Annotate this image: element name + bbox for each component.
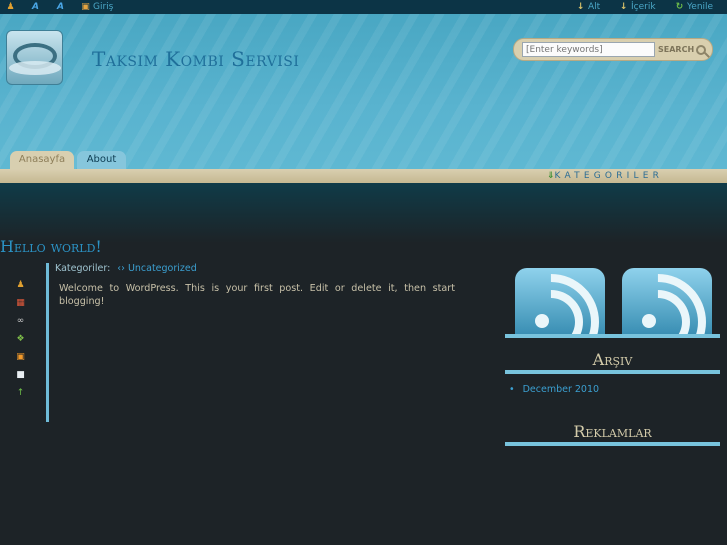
site-header: Taksim Kombi Servisi SEARCH Anasayfa Abo…	[0, 14, 727, 169]
categories-bar: ⇓KATEGORILER	[0, 169, 727, 183]
divider	[505, 334, 720, 338]
arrow-down-icon: ↓	[619, 1, 628, 12]
text-a-add-icon[interactable]: A	[55, 0, 66, 14]
archive-title: Arşiv	[592, 350, 633, 369]
permalink-icon[interactable]: ∞	[14, 315, 27, 327]
code-icon: ‹›	[117, 263, 125, 274]
post-meta-icons: ♟ ▦ ∞ ❖ ▣ ■ ↑	[14, 279, 30, 405]
content-link[interactable]: ↓ İçerik	[618, 0, 656, 14]
post-title[interactable]: Hello world!	[0, 237, 102, 256]
user-icon[interactable]: ♟	[5, 0, 16, 14]
bullet-icon: •	[509, 384, 515, 395]
top-icon[interactable]: ↑	[14, 387, 27, 399]
post-left-border	[46, 263, 49, 422]
search-button-label: SEARCH	[658, 45, 695, 54]
arrow-down-icon: ⇓	[547, 171, 555, 181]
category-link[interactable]: ‹› Uncategorized	[117, 263, 196, 274]
search-icon	[696, 45, 707, 55]
refresh-icon: ↻	[675, 1, 684, 12]
search-box: SEARCH	[513, 38, 713, 61]
refresh-label: Yenile	[687, 1, 714, 12]
archive-link[interactable]: • December 2010	[509, 384, 599, 395]
post-categories: Kategoriler: ‹› Uncategorized	[55, 263, 197, 274]
header-shadow-band	[0, 183, 727, 243]
post-body: Welcome to WordPress. This is your first…	[59, 283, 455, 307]
site-title[interactable]: Taksim Kombi Servisi	[92, 47, 299, 71]
login-label: Giriş	[93, 1, 114, 12]
categories-prefix: Kategoriler:	[55, 263, 111, 274]
text-a-icon[interactable]: A	[30, 0, 41, 14]
login-link[interactable]: ▣ Giriş	[80, 0, 113, 14]
login-icon: ▣	[81, 1, 90, 12]
divider	[505, 370, 720, 374]
search-button[interactable]: SEARCH	[656, 42, 708, 58]
arrow-down-icon: ↓	[576, 1, 585, 12]
content-label: İçerik	[631, 1, 656, 12]
ads-title: Reklamlar	[573, 422, 652, 441]
site-logo[interactable]	[6, 30, 63, 85]
rss-icon[interactable]: ▣	[14, 351, 27, 363]
comment-icon[interactable]: ■	[14, 369, 27, 381]
rss-feed-icon[interactable]	[515, 268, 605, 334]
rss-feed-icon[interactable]	[622, 268, 712, 334]
bottom-label: Alt	[588, 1, 601, 12]
search-input[interactable]	[522, 42, 655, 57]
tab-about[interactable]: About	[77, 151, 126, 169]
refresh-link[interactable]: ↻ Yenile	[674, 0, 713, 14]
categories-label: KATEGORILER	[554, 171, 664, 181]
calendar-icon[interactable]: ▦	[14, 297, 27, 309]
tags-icon[interactable]: ❖	[14, 333, 27, 345]
bottom-link[interactable]: ↓ Alt	[575, 0, 600, 14]
divider	[505, 442, 720, 446]
categories-toggle[interactable]: ⇓KATEGORILER	[547, 169, 663, 183]
tab-home[interactable]: Anasayfa	[10, 151, 74, 169]
top-toolbar: ♟ A A ▣ Giriş ↓ Alt ↓ İçerik ↻ Yenile	[0, 0, 727, 14]
author-icon[interactable]: ♟	[14, 279, 27, 291]
